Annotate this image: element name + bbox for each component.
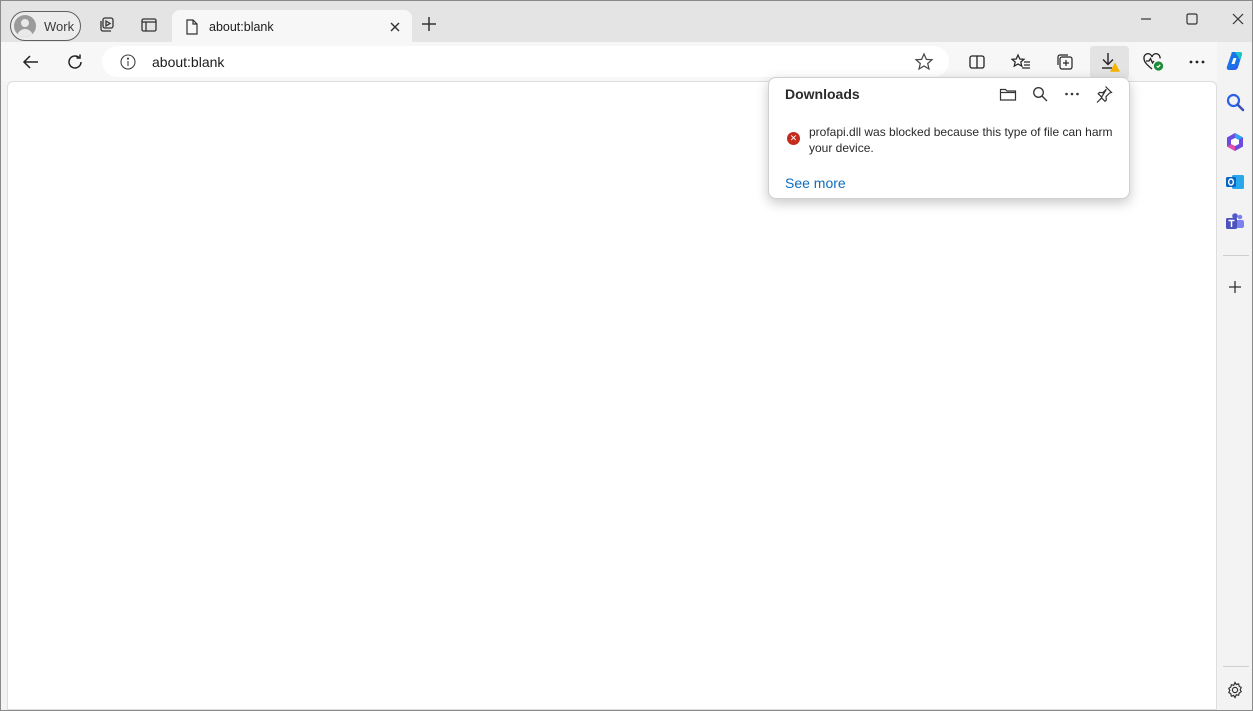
toolbar: about:blank: [1, 42, 1217, 81]
add-sidebar-app-icon[interactable]: [1223, 275, 1247, 299]
downloads-flyout: Downloads ✕ profapi.dll was blocked beca…: [768, 77, 1130, 199]
refresh-button[interactable]: [64, 51, 86, 73]
tab-title: about:blank: [209, 20, 274, 34]
browser-window: Work about:blank about:blank Downloads ✕…: [0, 0, 1253, 711]
sidebar-settings-gear-icon[interactable]: [1223, 678, 1247, 702]
more-options-icon[interactable]: [1062, 84, 1082, 104]
profile-button[interactable]: Work: [10, 11, 81, 41]
open-folder-icon[interactable]: [998, 84, 1018, 104]
back-button[interactable]: [20, 51, 42, 73]
search-icon[interactable]: [1223, 90, 1247, 114]
page-icon: [185, 19, 199, 40]
favorite-star-icon[interactable]: [914, 52, 934, 77]
sidebar-divider-bottom: [1223, 666, 1249, 667]
maximize-button[interactable]: [1182, 9, 1202, 29]
browser-essentials-icon[interactable]: [1142, 51, 1164, 73]
settings-more-icon[interactable]: [1186, 51, 1208, 73]
favorites-icon[interactable]: [1010, 51, 1032, 73]
vertical-tabs-icon[interactable]: [139, 15, 159, 35]
split-screen-icon[interactable]: [966, 51, 988, 73]
close-window-button[interactable]: [1228, 9, 1248, 29]
microsoft-365-icon[interactable]: [1223, 130, 1247, 154]
see-more-link[interactable]: See more: [785, 175, 846, 191]
downloads-icon[interactable]: [1098, 51, 1120, 73]
tab-strip: Work about:blank: [1, 1, 1252, 44]
new-tab-button[interactable]: [420, 15, 438, 38]
outlook-icon[interactable]: [1223, 170, 1247, 194]
site-info-icon[interactable]: [120, 54, 136, 75]
sidebar: [1217, 42, 1252, 710]
error-icon: ✕: [787, 132, 800, 145]
profile-label: Work: [44, 18, 75, 34]
minimize-button[interactable]: [1136, 9, 1156, 29]
close-tab-icon[interactable]: [387, 19, 403, 40]
downloads-title: Downloads: [785, 86, 860, 102]
address-bar[interactable]: about:blank: [102, 46, 949, 77]
download-message: profapi.dll was blocked because this typ…: [809, 125, 1113, 155]
pin-icon[interactable]: [1094, 84, 1114, 104]
search-downloads-icon[interactable]: [1030, 84, 1050, 104]
copilot-icon[interactable]: [1223, 49, 1247, 73]
address-url: about:blank: [152, 54, 225, 70]
teams-icon[interactable]: [1223, 210, 1247, 234]
avatar: [14, 15, 36, 37]
sidebar-divider: [1223, 255, 1249, 256]
tab-about-blank[interactable]: about:blank: [172, 10, 412, 44]
workspaces-icon[interactable]: [97, 15, 117, 35]
collections-icon[interactable]: [1054, 51, 1076, 73]
